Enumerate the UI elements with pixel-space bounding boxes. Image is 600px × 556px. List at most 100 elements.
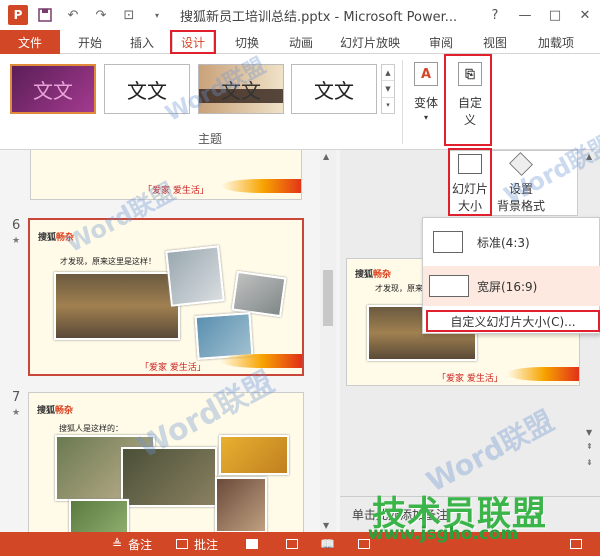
help-icon[interactable]: ?	[480, 0, 510, 30]
slide-thumbnail-pane[interactable]: 「爱家 爱生活」 6 ★ 搜狐畅杂 才发现，原来这里是这样！ 「爱家 爱生活」 …	[0, 150, 340, 532]
themes-group-label: 主题	[197, 132, 222, 146]
thumbnail-scrollbar[interactable]: ▲ ▼	[320, 150, 336, 532]
redo-icon[interactable]: ↷	[90, 4, 112, 26]
reading-view-icon[interactable]: 📖	[320, 532, 335, 556]
slide-logo: 搜狐畅杂	[355, 267, 391, 280]
tab-design[interactable]: 设计	[170, 30, 216, 54]
animation-star-icon: ★	[12, 236, 21, 246]
slide-photo	[194, 312, 254, 360]
save-icon[interactable]	[34, 4, 56, 26]
comments-label: 批注	[194, 537, 219, 552]
normal-view-icon[interactable]	[246, 532, 264, 556]
logo-part: 畅杂	[373, 270, 392, 280]
tab-review[interactable]: 审阅	[420, 30, 462, 54]
widescreen-ratio-icon	[429, 275, 469, 297]
slide-footer: 「爱家 爱生活」	[140, 363, 206, 373]
scroll-up-icon[interactable]: ▲	[586, 152, 592, 161]
slide-logo: 搜狐畅杂	[38, 230, 74, 243]
tab-animations[interactable]: 动画	[280, 30, 322, 54]
title-bar: P ↶ ↷ ⊡ ▾ 搜狐新员工培训总结.pptx - Microsoft Pow…	[0, 0, 600, 30]
ribbon-tabs: 文件 开始 插入 设计 切换 动画 幻灯片放映 审阅 视图 加载项	[0, 30, 600, 54]
gallery-down-icon[interactable]: ▼	[382, 81, 394, 98]
menu-item-standard[interactable]: 标准(4:3)	[423, 222, 600, 262]
logo-part: 搜狐	[38, 233, 57, 243]
scroll-down-icon[interactable]: ▼	[586, 428, 592, 437]
chevron-down-icon: ▾	[423, 113, 428, 122]
powerpoint-icon[interactable]: P	[8, 5, 28, 25]
slide-photo	[121, 447, 217, 507]
gallery-more-icon[interactable]: ▾	[382, 98, 394, 113]
tab-file[interactable]: 文件	[0, 30, 60, 54]
slide-thumbnail[interactable]: 「爱家 爱生活」	[30, 150, 302, 200]
maximize-icon[interactable]: □	[540, 0, 570, 30]
slide-swoosh	[221, 179, 301, 193]
format-background-label-2: 背景格式	[496, 199, 545, 213]
menu-item-custom-size[interactable]: 自定义幻灯片大小(C)...	[426, 310, 600, 332]
slide-size-highlight	[448, 148, 492, 216]
animation-star-icon: ★	[12, 408, 21, 418]
slide-logo: 搜狐畅杂	[37, 403, 73, 416]
logo-part: 搜狐	[355, 270, 374, 280]
standard-ratio-icon	[433, 231, 463, 253]
notes-button[interactable]: ≜ 备注	[112, 532, 152, 556]
slide-photo	[219, 435, 289, 475]
menu-item-label: 标准(4:3)	[477, 235, 530, 250]
notes-label: 备注	[128, 537, 153, 552]
customize-qat-icon[interactable]: ▾	[146, 4, 168, 26]
theme-thumbnail[interactable]: 文文	[104, 64, 190, 114]
minimize-icon[interactable]: —	[510, 0, 540, 30]
slide-number: 7	[12, 390, 21, 405]
format-background-label: 设置	[508, 182, 533, 196]
prev-slide-icon[interactable]: ⇞	[586, 442, 593, 451]
slide-photo	[231, 270, 287, 318]
theme-thumbnail[interactable]: 文文	[10, 64, 96, 114]
scroll-up-icon[interactable]: ▲	[323, 152, 329, 161]
theme-gallery-scroller[interactable]: ▲ ▼ ▾	[381, 64, 395, 114]
divider	[402, 60, 403, 144]
undo-icon[interactable]: ↶	[62, 4, 84, 26]
scroll-down-icon[interactable]: ▼	[323, 521, 329, 530]
logo-part: 搜狐	[37, 406, 56, 416]
menu-item-label: 自定义幻灯片大小(C)...	[450, 314, 576, 329]
slide-swoosh	[220, 354, 302, 368]
gallery-up-icon[interactable]: ▲	[382, 65, 394, 82]
slide-sorter-icon[interactable]	[286, 532, 304, 556]
tab-insert[interactable]: 插入	[122, 30, 162, 54]
tab-slideshow[interactable]: 幻灯片放映	[334, 30, 406, 54]
logo-part: 畅杂	[56, 233, 75, 243]
notes-icon: ≜	[112, 537, 123, 551]
slide-photo	[215, 477, 267, 532]
logo-part: 畅杂	[55, 406, 74, 416]
tab-design-highlight	[170, 30, 216, 54]
variants-label: 变体	[413, 96, 438, 110]
comments-button[interactable]: 批注	[176, 532, 218, 556]
menu-item-label: 宽屏(16:9)	[477, 279, 538, 294]
format-background-button[interactable]: 设置 背景格式	[496, 152, 546, 214]
variants-button[interactable]: A 变体 ▾	[406, 62, 446, 122]
tab-home[interactable]: 开始	[70, 30, 110, 54]
slide-thumbnail-selected[interactable]: 搜狐畅杂 才发现，原来这里是这样！ 「爱家 爱生活」	[28, 218, 304, 376]
tab-view[interactable]: 视图	[474, 30, 516, 54]
slide-heading: 搜狐人是这样的：	[59, 424, 123, 433]
close-icon[interactable]: ✕	[570, 0, 600, 30]
scroll-thumb[interactable]	[323, 270, 333, 326]
slide-footer: 「爱家 爱生活」	[437, 374, 503, 384]
slide-thumbnail[interactable]: 搜狐畅杂 搜狐人是这样的：	[28, 392, 304, 532]
customize-highlight	[444, 54, 492, 146]
theme-label: 文文	[221, 78, 261, 103]
comment-icon	[176, 539, 188, 549]
variants-icon: A	[414, 62, 438, 86]
slide-photo	[165, 245, 225, 307]
present-icon[interactable]: ⊡	[118, 4, 140, 26]
slide-size-menu: 标准(4:3) 宽屏(16:9) 自定义幻灯片大小(C)...	[422, 217, 600, 334]
theme-thumbnail[interactable]: 文文	[291, 64, 377, 114]
slide-photo	[54, 272, 180, 340]
next-slide-icon[interactable]: ⇟	[586, 458, 593, 467]
menu-item-widescreen[interactable]: 宽屏(16:9)	[423, 266, 600, 306]
slide-photo	[69, 499, 129, 532]
fit-to-window-icon[interactable]	[570, 532, 588, 556]
theme-thumbnail[interactable]: 文文	[198, 64, 284, 114]
editor-area[interactable]: 幻灯片 大小 设置 背景格式 搜狐畅杂 才发现，原来这里是这样！ 「爱家 爱生活…	[340, 148, 600, 532]
tab-transitions[interactable]: 切换	[226, 30, 268, 54]
tab-addins[interactable]: 加载项	[528, 30, 584, 54]
